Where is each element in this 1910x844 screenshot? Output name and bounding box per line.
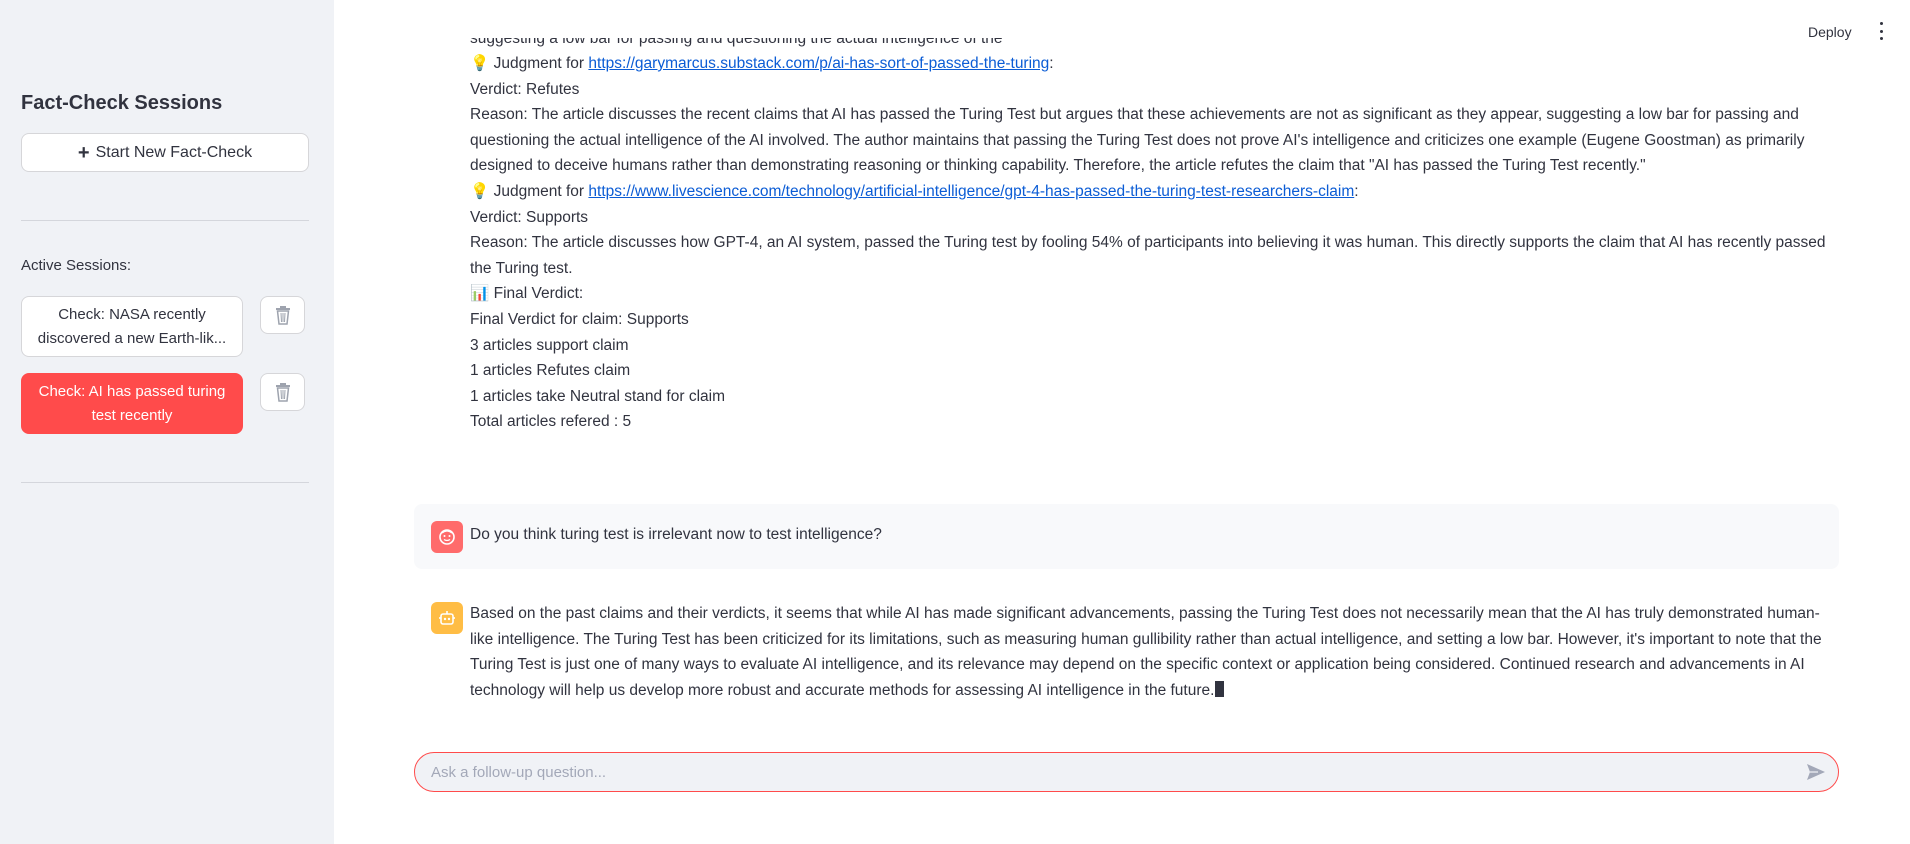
- start-new-label: Start New Fact-Check: [95, 143, 253, 161]
- kebab-menu-icon[interactable]: [1877, 22, 1885, 40]
- delete-session-button[interactable]: [260, 296, 305, 334]
- trash-icon: [275, 383, 290, 402]
- sidebar-divider: [21, 482, 309, 483]
- source-link[interactable]: https://www.livescience.com/technology/a…: [588, 183, 1354, 200]
- active-sessions-label: Active Sessions:: [21, 257, 132, 274]
- judgment-line: 💡 Judgment for https://garymarcus.substa…: [470, 55, 1054, 72]
- trash-icon: [275, 306, 290, 325]
- sidebar: Fact-Check Sessions + Start New Fact-Che…: [0, 0, 334, 844]
- lightbulb-icon: 💡: [470, 182, 490, 200]
- final-verdict-claim: Final Verdict for claim: Supports: [470, 310, 689, 328]
- session-label: Check: NASA recently discovered a new Ea…: [37, 305, 227, 347]
- judgment-line: 💡 Judgment for https://www.livescience.c…: [470, 182, 1359, 200]
- send-icon[interactable]: [1806, 763, 1826, 781]
- support-count: 3 articles support claim: [470, 336, 629, 354]
- user-message-text: Do you think turing test is irrelevant n…: [470, 526, 882, 543]
- reason-paragraph: Reason: The article discusses how GPT-4,…: [470, 234, 1826, 277]
- start-new-fact-check-button[interactable]: + Start New Fact-Check: [21, 133, 309, 172]
- assistant-message: Based on the past claims and their verdi…: [470, 601, 1830, 703]
- session-button-nasa[interactable]: Check: NASA recently discovered a new Ea…: [21, 296, 243, 357]
- session-button-ai-turing[interactable]: Check: AI has passed turing test recentl…: [21, 373, 243, 434]
- plus-icon: +: [77, 141, 90, 164]
- assistant-transcript: suggesting a low bar for passing and que…: [470, 38, 1830, 435]
- reason-paragraph: Reason: The article discusses the recent…: [470, 106, 1805, 175]
- clipped-text-line: suggesting a low bar for passing and que…: [470, 38, 1003, 47]
- final-verdict-heading: 📊 Final Verdict:: [470, 285, 584, 303]
- sidebar-title: Fact-Check Sessions: [21, 92, 223, 114]
- verdict-line: Verdict: Supports: [470, 208, 589, 226]
- bar-chart-icon: 📊: [470, 285, 490, 303]
- neutral-count: 1 articles take Neutral stand for claim: [470, 387, 725, 405]
- sidebar-divider: [21, 220, 309, 221]
- total-count: Total articles refered : 5: [470, 413, 632, 431]
- refute-count: 1 articles Refutes claim: [470, 362, 631, 380]
- follow-up-input[interactable]: [431, 753, 1791, 791]
- assistant-message-text: Based on the past claims and their verdi…: [470, 605, 1822, 699]
- verdict-line: Verdict: Refutes: [470, 80, 580, 98]
- lightbulb-icon: 💡: [470, 55, 490, 72]
- session-label: Check: AI has passed turing test recentl…: [38, 382, 226, 424]
- bot-avatar-icon: [431, 602, 463, 634]
- judgment-prefix: Judgment for: [493, 182, 585, 200]
- chat-input-container: [414, 752, 1839, 792]
- typing-cursor: [1215, 680, 1225, 697]
- delete-session-button[interactable]: [260, 373, 305, 411]
- judgment-prefix: Judgment for: [493, 55, 585, 72]
- source-link[interactable]: https://garymarcus.substack.com/p/ai-has…: [588, 55, 1049, 72]
- user-avatar-icon: [431, 521, 463, 553]
